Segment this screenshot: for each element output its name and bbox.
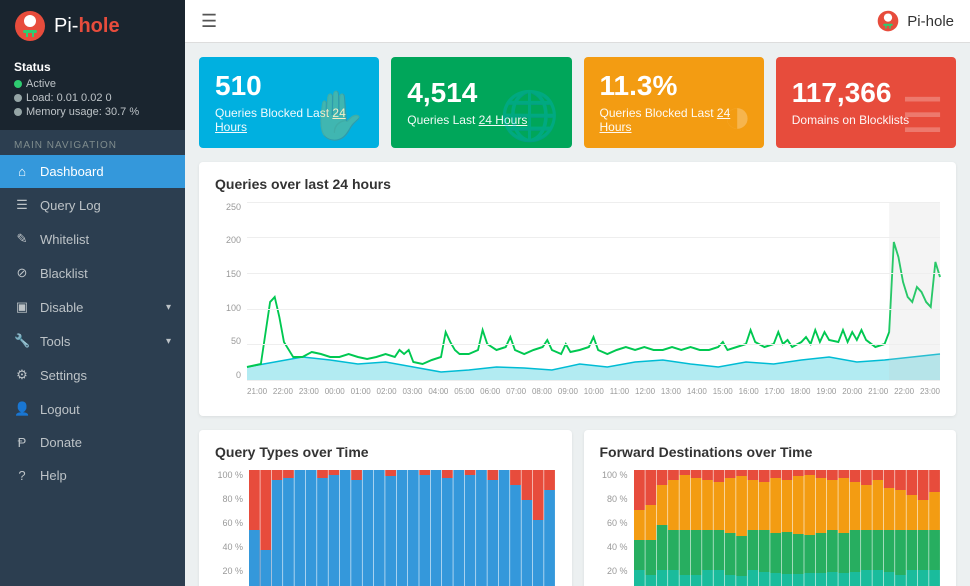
active-dot (14, 80, 22, 88)
domains-list-icon: ☰ (901, 88, 944, 144)
blacklist-icon: ⊘ (14, 265, 30, 281)
status-memory: Memory usage: 30.7 % (14, 106, 171, 118)
status-memory-label: Memory usage: 30.7 % (26, 106, 139, 118)
content-area: 510 Queries Blocked Last 24 Hours ✋ 4,51… (185, 43, 970, 586)
topbar: ☰ Pi-hole (185, 0, 970, 43)
forward-dest-y-axis: 100 % 80 % 60 % 40 % 20 % 0 % (600, 470, 630, 586)
line-chart-svg (247, 202, 940, 380)
stat-card-queries: 4,514 Queries Last 24 Hours 🌐 (391, 57, 571, 148)
tools-arrow-icon: ▾ (166, 336, 171, 347)
nav-label-donate: Donate (40, 435, 171, 450)
stat-cards: 510 Queries Blocked Last 24 Hours ✋ 4,51… (199, 57, 956, 148)
topbar-brand-label: Pi-hole (907, 13, 954, 30)
logout-icon: 👤 (14, 401, 30, 417)
querylog-icon: ☰ (14, 197, 30, 213)
nav-item-blacklist[interactable]: ⊘ Blacklist (0, 256, 185, 290)
line-chart-box: Queries over last 24 hours 250 200 150 1… (199, 162, 956, 416)
query-types-bars (249, 470, 556, 586)
stat-card-blocked: 510 Queries Blocked Last 24 Hours ✋ (199, 57, 379, 148)
dashboard-icon: ⌂ (14, 164, 30, 179)
queries-globe-icon: 🌐 (500, 87, 560, 144)
stat-domains-text: 117,366 Domains on Blocklists (792, 78, 909, 127)
grid-line-0 (247, 380, 940, 381)
grid-line-100 (247, 309, 940, 310)
pihole-logo (14, 10, 46, 42)
line-chart-area: 250 200 150 100 50 0 (215, 202, 940, 402)
memory-dot (14, 108, 22, 116)
nav-label-blacklist: Blacklist (40, 266, 171, 281)
load-dot (14, 94, 22, 102)
status-title: Status (14, 60, 171, 74)
status-box: Status Active Load: 0.01 0.02 0 Memory u… (0, 52, 185, 130)
forward-dest-bars (634, 470, 941, 586)
nav-item-querylog[interactable]: ☰ Query Log (0, 188, 185, 222)
grid-line-200 (247, 237, 940, 238)
disable-icon: ▣ (14, 299, 30, 315)
donate-icon: Ᵽ (14, 435, 30, 450)
nav-label-whitelist: Whitelist (40, 232, 171, 247)
nav-label-querylog: Query Log (40, 198, 171, 213)
nav-label-disable: Disable (40, 300, 156, 315)
line-chart-y-axis: 250 200 150 100 50 0 (215, 202, 243, 380)
status-active: Active (14, 78, 171, 90)
forward-dest-title: Forward Destinations over Time (600, 444, 941, 460)
nav-section-label: MAIN NAVIGATION (0, 130, 185, 155)
query-types-chart-box: Query Types over Time 100 % 80 % 60 % 40… (199, 430, 572, 586)
bottom-charts: Query Types over Time 100 % 80 % 60 % 40… (199, 430, 956, 586)
settings-icon: ⚙ (14, 367, 30, 383)
nav-item-logout[interactable]: 👤 Logout (0, 392, 185, 426)
nav-item-whitelist[interactable]: ✎ Whitelist (0, 222, 185, 256)
status-load: Load: 0.01 0.02 0 (14, 92, 171, 104)
status-load-label: Load: 0.01 0.02 0 (26, 92, 112, 104)
query-types-y-axis: 100 % 80 % 60 % 40 % 20 % 0 % (215, 470, 245, 586)
nav-item-settings[interactable]: ⚙ Settings (0, 358, 185, 392)
sidebar-header: Pi-hole (0, 0, 185, 52)
nav-label-tools: Tools (40, 334, 156, 349)
menu-toggle-button[interactable]: ☰ (201, 11, 217, 32)
grid-line-250 (247, 202, 940, 203)
sidebar: Pi-hole Status Active Load: 0.01 0.02 0 … (0, 0, 185, 586)
stat-card-domains: 117,366 Domains on Blocklists ☰ (776, 57, 956, 148)
forward-dest-svg (634, 470, 941, 586)
status-active-label: Active (26, 78, 56, 90)
nav-item-dashboard[interactable]: ⌂ Dashboard (0, 155, 185, 188)
forward-dest-chart-box: Forward Destinations over Time 100 % 80 … (584, 430, 957, 586)
whitelist-icon: ✎ (14, 231, 30, 247)
tools-icon: 🔧 (14, 333, 30, 349)
nav-label-help: Help (40, 468, 171, 483)
line-chart-svg-container (247, 202, 940, 380)
percent-pie-icon: ◑ (723, 89, 752, 144)
query-types-svg (249, 470, 556, 586)
grid-line-150 (247, 273, 940, 274)
disable-arrow-icon: ▾ (166, 302, 171, 313)
nav-item-help[interactable]: ? Help (0, 459, 185, 492)
main-area: ☰ Pi-hole 510 Queries Blocked Last 24 Ho… (185, 0, 970, 586)
help-icon: ? (14, 468, 30, 483)
nav-item-tools[interactable]: 🔧 Tools ▾ (0, 324, 185, 358)
topbar-logo (877, 10, 899, 32)
line-chart-x-axis: 21:00 22:00 23:00 00:00 01:00 02:00 03:0… (247, 382, 940, 402)
line-chart-title: Queries over last 24 hours (215, 176, 940, 192)
topbar-right: Pi-hole (877, 10, 954, 32)
stat-card-percent: 11.3% Queries Blocked Last 24 Hours ◑ (584, 57, 764, 148)
nav-item-disable[interactable]: ▣ Disable ▾ (0, 290, 185, 324)
topbar-left: ☰ (201, 11, 217, 32)
nav-label-settings: Settings (40, 368, 171, 383)
nav-label-logout: Logout (40, 402, 171, 417)
stat-domains-value: 117,366 (792, 78, 909, 109)
nav-item-donate[interactable]: Ᵽ Donate (0, 426, 185, 459)
stat-domains-label: Domains on Blocklists (792, 113, 909, 127)
app-title: Pi-hole (54, 15, 120, 38)
blocked-hand-icon: ✋ (307, 87, 367, 144)
nav-label-dashboard: Dashboard (40, 164, 171, 179)
query-types-title: Query Types over Time (215, 444, 556, 460)
grid-line-50 (247, 344, 940, 345)
